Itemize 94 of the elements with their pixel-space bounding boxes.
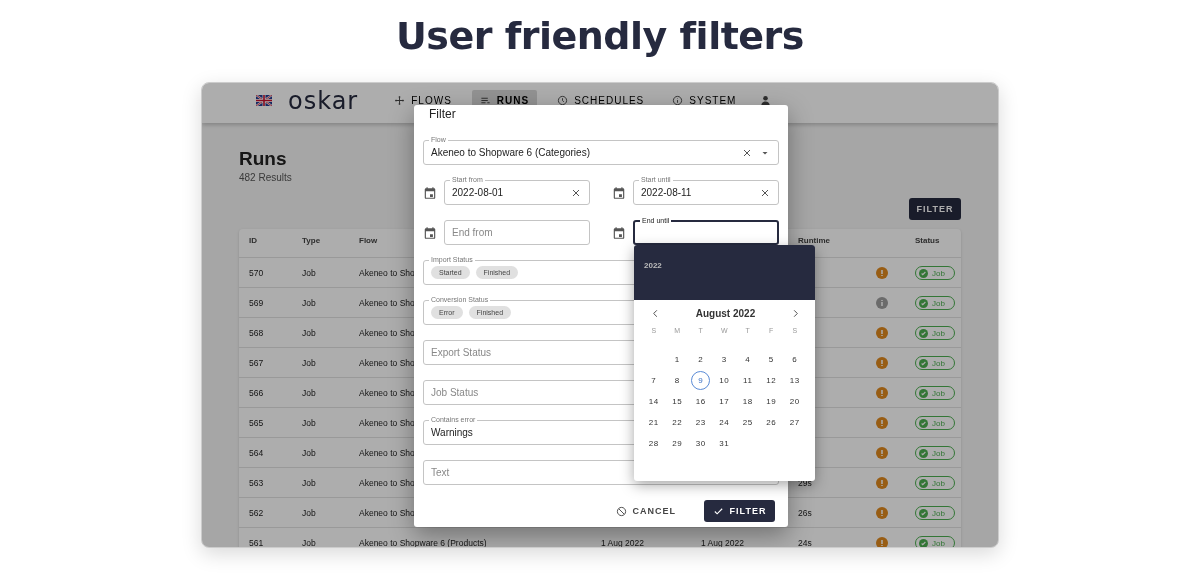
field-value: 2022-08-11 — [641, 187, 693, 198]
flag-icon[interactable] — [256, 95, 272, 106]
filter-button[interactable]: FILTER — [909, 198, 961, 220]
list-icon — [479, 95, 491, 106]
check-circle-icon — [919, 478, 928, 488]
table-cell: 567 — [249, 357, 264, 368]
move-icon — [394, 95, 406, 106]
table-cell: Akeneo to Sho — [359, 297, 415, 308]
check-circle-icon — [919, 268, 928, 278]
table-cell: 570 — [249, 267, 264, 278]
table-cell: 565 — [249, 417, 264, 428]
cancel-button[interactable]: CANCEL — [609, 504, 682, 518]
dialog-title: Filter — [429, 107, 456, 122]
column-header: Type — [302, 235, 322, 245]
submit-button[interactable]: FILTER — [704, 500, 775, 522]
table-cell: 1 Aug 2022 — [701, 537, 744, 547]
column-header: ID — [249, 235, 258, 245]
field-value: Akeneo to Shopware 6 (Categories) — [431, 147, 591, 158]
calendar-day[interactable]: 6 — [785, 350, 805, 369]
field-placeholder: Export Status — [431, 347, 493, 358]
user-icon — [760, 95, 772, 106]
calendar-day[interactable]: 20 — [785, 392, 805, 411]
table-cell: Akeneo to Sho — [359, 267, 415, 278]
table-cell: Akeneo to Shopware 6 (Products) — [359, 537, 487, 547]
check-circle-icon — [919, 448, 928, 458]
page-title: Runs — [239, 148, 288, 170]
calendar-icon — [423, 225, 437, 240]
calendar-day[interactable]: 13 — [785, 371, 805, 390]
warning-icon — [876, 326, 888, 339]
year-label[interactable]: 2022 — [644, 261, 662, 270]
calendar-icon — [612, 225, 626, 240]
field-value: 2022-08-01 — [452, 187, 505, 198]
table-cell: Job — [302, 537, 316, 547]
table-cell: Job — [302, 267, 316, 278]
table-cell: Akeneo to Sho — [359, 357, 415, 368]
warning-icon — [876, 446, 888, 459]
nav-tab[interactable]: SYSTEM — [664, 89, 745, 112]
check-icon — [712, 505, 724, 517]
table-cell: 563 — [249, 477, 264, 488]
check-circle-icon — [919, 388, 928, 398]
column-header: Status — [915, 235, 941, 245]
column-header: Runtime — [798, 235, 831, 245]
table-cell: Akeneo to Sho — [359, 477, 415, 488]
warning-icon — [876, 416, 888, 429]
calendar-icon — [612, 185, 626, 200]
table-cell: 26s — [798, 507, 812, 518]
clock-icon — [557, 95, 569, 106]
warning-icon — [876, 476, 888, 489]
info-icon — [876, 296, 888, 309]
check-circle-icon — [919, 328, 928, 338]
field-placeholder: End from — [452, 227, 494, 238]
table-cell: 562 — [249, 507, 264, 518]
nav-tab[interactable]: SCHEDULES — [549, 89, 653, 112]
table-cell: Akeneo to Sho — [359, 327, 415, 338]
table-cell: 564 — [249, 447, 264, 458]
table-cell: Job — [302, 447, 316, 458]
month-label: August 2022 — [695, 308, 756, 319]
calendar-day[interactable]: 27 — [785, 413, 805, 432]
date-field[interactable]: End from — [444, 220, 590, 245]
calendar-icon — [423, 185, 437, 200]
check-circle-icon — [919, 508, 928, 518]
results-count: 482 Results — [239, 172, 292, 183]
field-value: Warnings — [431, 427, 474, 438]
warning-icon — [876, 506, 888, 519]
table-cell: Akeneo to Sho — [359, 447, 415, 458]
table-cell: 568 — [249, 327, 264, 338]
table-cell: Akeneo to Sho — [359, 417, 415, 428]
table-cell: 1 Aug 2022 — [601, 537, 644, 547]
logo[interactable]: oskar — [288, 86, 359, 115]
warning-icon — [876, 266, 888, 279]
table-cell: 566 — [249, 387, 264, 398]
warning-icon — [876, 386, 888, 399]
page-heading: User friendly filters — [396, 14, 804, 60]
check-circle-icon — [919, 298, 928, 308]
table-cell: 24s — [798, 537, 812, 547]
table-cell: Job — [302, 327, 316, 338]
table-cell: Job — [302, 387, 316, 398]
block-icon — [615, 505, 627, 517]
table-cell: Job — [302, 477, 316, 488]
check-circle-icon — [919, 418, 928, 428]
field-placeholder: Job Status — [431, 387, 480, 398]
table-cell: Job — [302, 357, 316, 368]
table-cell: Job — [302, 507, 316, 518]
table-cell: 569 — [249, 297, 264, 308]
field-placeholder: Text — [431, 467, 451, 478]
table-cell: Akeneo to Sho — [359, 507, 415, 518]
check-circle-icon — [919, 358, 928, 368]
table-cell: 561 — [249, 537, 264, 547]
table-cell: Job — [302, 297, 316, 308]
info-icon — [672, 95, 684, 106]
table-cell: Akeneo to Sho — [359, 387, 415, 398]
column-header: Flow — [359, 235, 379, 245]
table-cell: Job — [302, 417, 316, 428]
warning-icon — [876, 356, 888, 369]
